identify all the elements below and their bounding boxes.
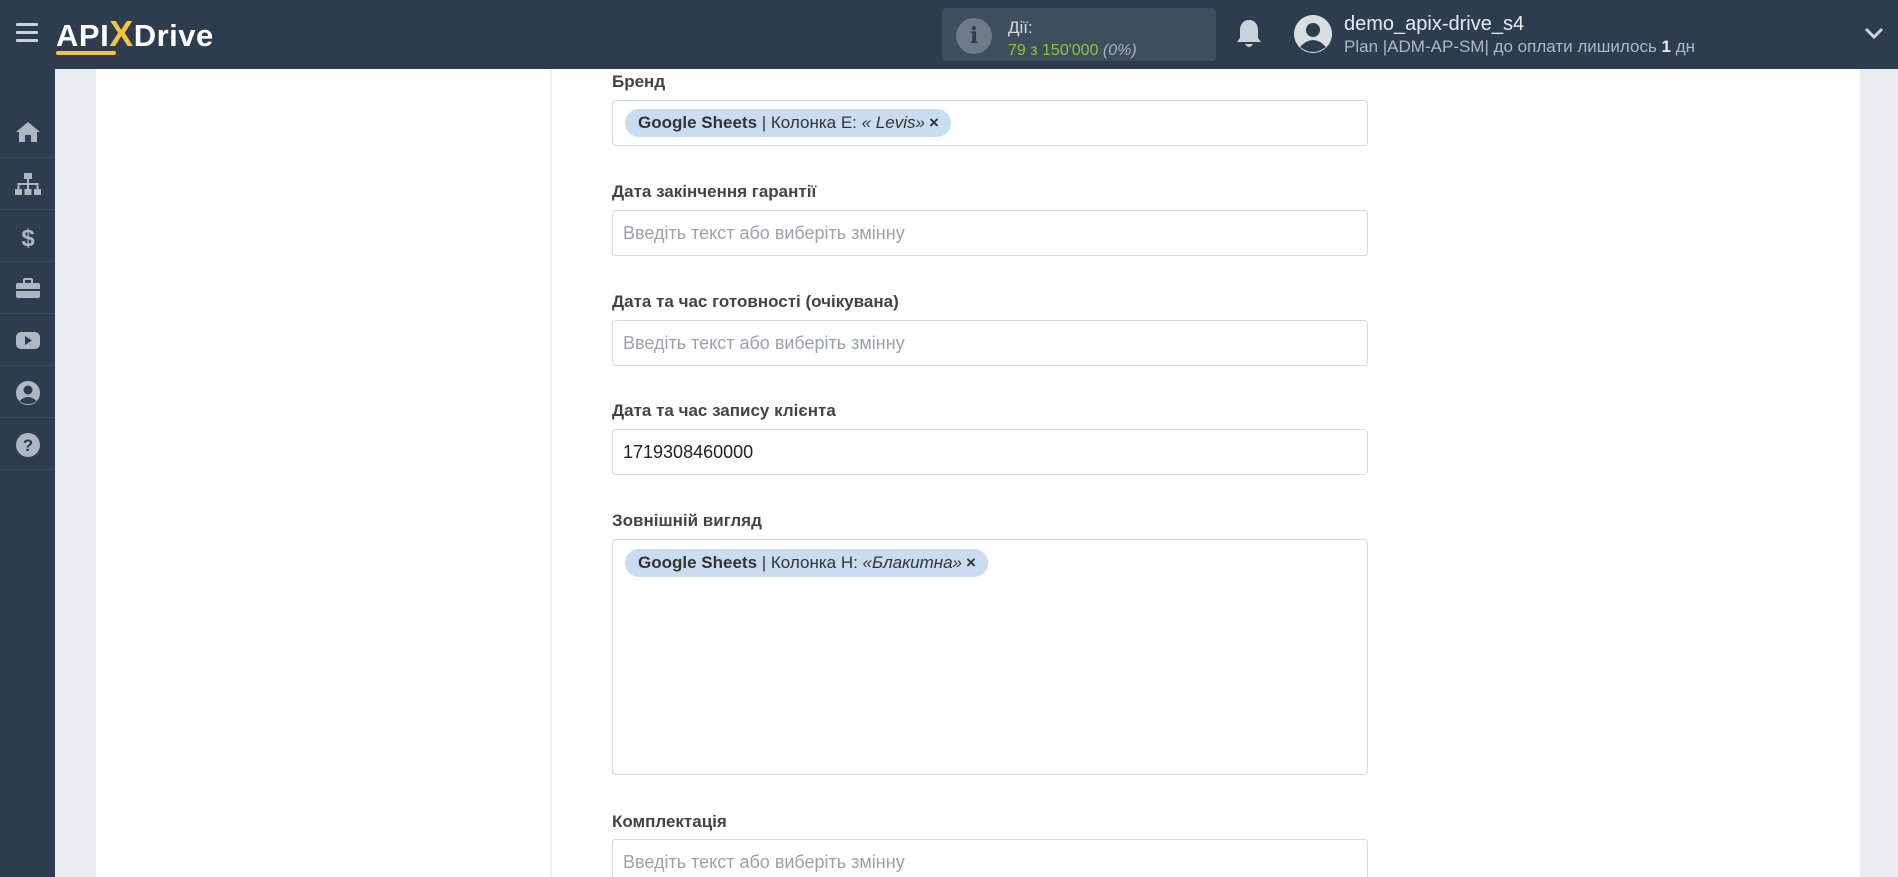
user-plan: Plan |ADM-AP-SM| до оплати лишилось 1 дн [1344, 37, 1696, 56]
youtube-icon [16, 332, 40, 349]
warranty-end-field[interactable]: Введіть текст або виберіть змінну [612, 210, 1368, 256]
sidebar-item-help[interactable]: ? [0, 418, 55, 470]
sidebar-item-services[interactable] [0, 262, 55, 314]
svg-text:?: ? [23, 436, 33, 455]
chevron-down-icon[interactable] [1864, 26, 1884, 40]
field-label-equipment: Комплектація [612, 812, 727, 831]
bell-icon[interactable] [1234, 18, 1264, 50]
sidebar-item-account[interactable] [0, 366, 55, 418]
ready-date-field[interactable]: Введіть текст або виберіть змінну [612, 320, 1368, 366]
sidebar-item-billing[interactable]: $ [0, 210, 55, 262]
sidebar-item-connections[interactable] [0, 158, 55, 210]
field-label-appearance: Зовнішній вигляд [612, 511, 762, 530]
field-label-brand: Бренд [612, 72, 666, 91]
sidebar-item-video[interactable] [0, 314, 55, 366]
remove-tag-icon[interactable]: × [929, 113, 939, 132]
field-label-client-date: Дата та час запису клієнта [612, 401, 836, 420]
remove-tag-icon[interactable]: × [966, 553, 976, 572]
field-label-ready-date: Дата та час готовності (очікувана) [612, 292, 899, 311]
client-date-field[interactable]: 1719308460000 [612, 429, 1368, 475]
actions-counter[interactable]: i Дії: 79 з 150'000 (0%) [942, 8, 1216, 61]
home-icon [16, 122, 40, 142]
sitemap-icon [15, 173, 41, 195]
actions-count: 79 з 150'000 (0%) [1008, 42, 1137, 59]
column-divider [550, 69, 552, 877]
sidebar: $ ? [0, 69, 55, 877]
equipment-field[interactable]: Введіть текст або виберіть змінну [612, 839, 1368, 877]
menu-icon[interactable] [16, 23, 38, 43]
top-bar: APIXDrive i Дії: 79 з 150'000 (0%) demo_… [0, 0, 1898, 69]
variable-tag[interactable]: Google Sheets | Колонка H: «Блакитна» × [625, 549, 988, 577]
avatar[interactable] [1294, 15, 1332, 53]
user-name[interactable]: demo_apix-drive_s4 [1344, 13, 1524, 36]
variable-tag[interactable]: Google Sheets | Колонка E: « Levis» × [625, 109, 951, 137]
actions-title: Дії: [1008, 18, 1033, 37]
user-circle-icon [16, 381, 40, 405]
help-icon: ? [16, 433, 40, 457]
sidebar-item-home[interactable] [0, 106, 55, 158]
svg-text:$: $ [21, 225, 35, 250]
info-icon: i [956, 18, 992, 54]
logo[interactable]: APIXDrive [56, 13, 214, 55]
field-label-warranty-end: Дата закінчення гарантії [612, 182, 817, 201]
briefcase-icon [16, 278, 40, 298]
dollar-icon: $ [21, 225, 35, 250]
